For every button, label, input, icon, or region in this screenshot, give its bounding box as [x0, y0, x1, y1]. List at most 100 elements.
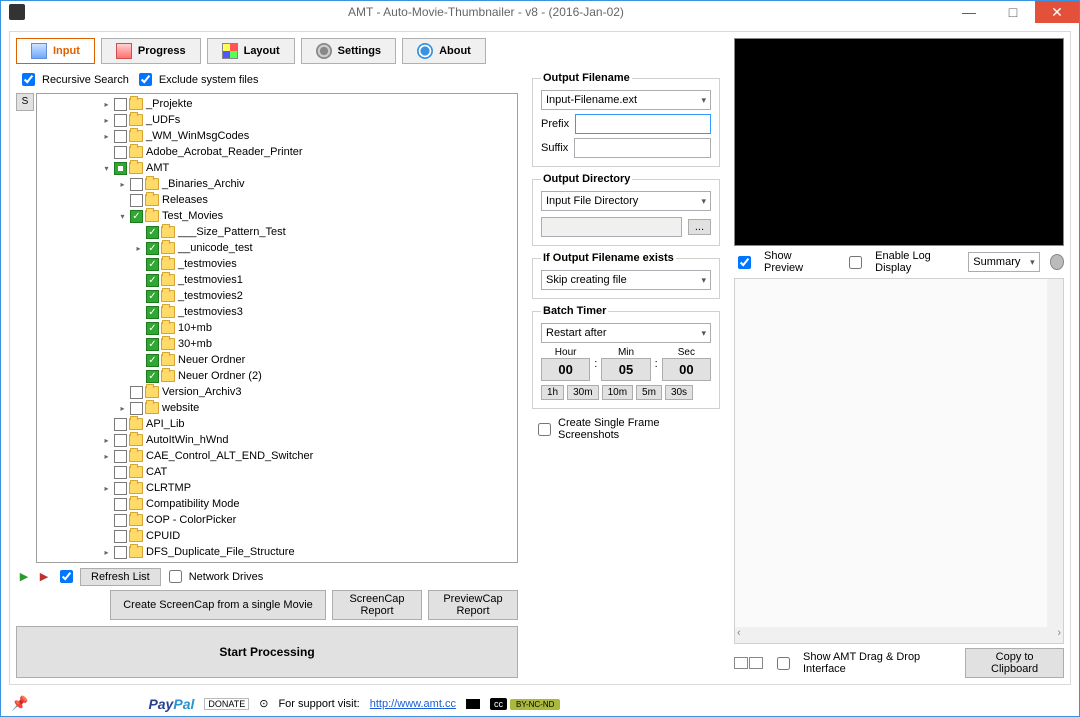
- tree-checkbox[interactable]: [130, 402, 143, 415]
- tree-node[interactable]: ▸_Projekte: [37, 96, 517, 112]
- maximize-button[interactable]: □: [991, 1, 1035, 23]
- prefix-input[interactable]: [575, 114, 711, 134]
- donate-badge[interactable]: DONATE: [204, 698, 249, 710]
- expand-icon[interactable]: ▾: [101, 163, 112, 174]
- pin-icon[interactable]: 📌: [11, 695, 28, 712]
- recursive-search-checkbox[interactable]: [22, 73, 35, 86]
- expand-icon[interactable]: ▸: [133, 243, 144, 254]
- close-button[interactable]: ✕: [1035, 1, 1079, 23]
- scrollbar-vertical[interactable]: [1047, 279, 1063, 627]
- drag-drop-checkbox[interactable]: [777, 657, 790, 670]
- log-level-combo[interactable]: Summary▾: [968, 252, 1039, 272]
- single-frame-checkbox[interactable]: [538, 423, 551, 436]
- tree-node[interactable]: _testmovies1: [37, 272, 517, 288]
- create-screencap-single-button[interactable]: Create ScreenCap from a single Movie: [110, 590, 326, 620]
- tree-node[interactable]: COP - ColorPicker: [37, 512, 517, 528]
- tree-node[interactable]: 10+mb: [37, 320, 517, 336]
- tree-node[interactable]: ▸_Binaries_Archiv: [37, 176, 517, 192]
- tree-checkbox-toggle[interactable]: [60, 570, 73, 583]
- batch-min[interactable]: 05: [601, 358, 650, 381]
- tree-node[interactable]: Adobe_Acrobat_Reader_Printer: [37, 144, 517, 160]
- tree-node[interactable]: API_Lib: [37, 416, 517, 432]
- expand-icon[interactable]: ▸: [101, 131, 112, 142]
- tree-node[interactable]: Neuer Ordner: [37, 352, 517, 368]
- tree-node[interactable]: ▾Test_Movies: [37, 208, 517, 224]
- quick-30m[interactable]: 30m: [567, 385, 598, 400]
- suffix-input[interactable]: [574, 138, 711, 158]
- previewcap-report-button[interactable]: PreviewCap Report: [428, 590, 518, 620]
- tree-node[interactable]: _testmovies2: [37, 288, 517, 304]
- quick-10m[interactable]: 10m: [602, 385, 633, 400]
- expand-icon[interactable]: ▸: [117, 403, 128, 414]
- tree-checkbox[interactable]: [146, 370, 159, 383]
- tree-node[interactable]: _testmovies3: [37, 304, 517, 320]
- tree-checkbox[interactable]: [146, 258, 159, 271]
- tree-node[interactable]: ▸_UDFs: [37, 112, 517, 128]
- tree-checkbox[interactable]: [146, 242, 159, 255]
- expand-icon[interactable]: ▸: [101, 435, 112, 446]
- tree-node[interactable]: ▸CLRTMP: [37, 480, 517, 496]
- tree-node[interactable]: 30+mb: [37, 336, 517, 352]
- quick-1h[interactable]: 1h: [541, 385, 564, 400]
- quick-5m[interactable]: 5m: [636, 385, 662, 400]
- tree-node[interactable]: _testmovies: [37, 256, 517, 272]
- console-icon[interactable]: [466, 699, 480, 709]
- tree-node[interactable]: ▸CAE_Control_ALT_END_Switcher: [37, 448, 517, 464]
- quick-30s[interactable]: 30s: [665, 385, 693, 400]
- tree-checkbox[interactable]: [114, 130, 127, 143]
- tree-node[interactable]: ▸_WM_WinMsgCodes: [37, 128, 517, 144]
- tree-node[interactable]: ▾AMT: [37, 160, 517, 176]
- screencap-report-button[interactable]: ScreenCap Report: [332, 590, 422, 620]
- tree-node[interactable]: ▸AutoItWin_hWnd: [37, 432, 517, 448]
- tree-node[interactable]: ▸__unicode_test: [37, 240, 517, 256]
- collapse-all-icon[interactable]: ▶: [36, 569, 52, 585]
- tree-node[interactable]: ▸DFS_Duplicate_File_Structure: [37, 544, 517, 560]
- expand-icon[interactable]: ▸: [101, 547, 112, 558]
- tree-checkbox[interactable]: [114, 498, 127, 511]
- tree-checkbox[interactable]: [114, 114, 127, 127]
- tree-checkbox[interactable]: [146, 274, 159, 287]
- expand-icon[interactable]: ▸: [101, 115, 112, 126]
- tree-checkbox[interactable]: [114, 98, 127, 111]
- tree-checkbox[interactable]: [114, 466, 127, 479]
- support-link[interactable]: http://www.amt.cc: [370, 698, 456, 710]
- tab-layout[interactable]: Layout: [207, 38, 295, 64]
- tree-node[interactable]: ▸website: [37, 400, 517, 416]
- expand-icon[interactable]: ▸: [117, 179, 128, 190]
- scrollbar-horizontal[interactable]: ‹›: [735, 627, 1063, 643]
- tree-checkbox[interactable]: [114, 434, 127, 447]
- expand-icon[interactable]: ▸: [101, 483, 112, 494]
- tree-node[interactable]: Releases: [37, 192, 517, 208]
- tree-node[interactable]: Neuer Ordner (2): [37, 368, 517, 384]
- output-directory-combo[interactable]: Input File Directory▾: [541, 191, 711, 211]
- tree-checkbox[interactable]: [130, 210, 143, 223]
- tree-checkbox[interactable]: [114, 146, 127, 159]
- tree-checkbox[interactable]: [114, 450, 127, 463]
- tree-node[interactable]: CAT: [37, 464, 517, 480]
- batch-sec[interactable]: 00: [662, 358, 711, 381]
- s-button[interactable]: S: [16, 93, 34, 111]
- tab-about[interactable]: About: [402, 38, 486, 64]
- expand-icon[interactable]: ▸: [101, 451, 112, 462]
- network-drives-checkbox[interactable]: [169, 570, 182, 583]
- expand-icon[interactable]: ▾: [117, 211, 128, 222]
- tab-progress[interactable]: Progress: [101, 38, 201, 64]
- tree-checkbox[interactable]: [146, 306, 159, 319]
- start-processing-button[interactable]: Start Processing: [16, 626, 518, 678]
- tree-checkbox[interactable]: [114, 530, 127, 543]
- batch-hour[interactable]: 00: [541, 358, 590, 381]
- log-area[interactable]: ‹›: [734, 278, 1064, 644]
- tree-checkbox[interactable]: [146, 354, 159, 367]
- browse-button[interactable]: ...: [688, 219, 711, 235]
- tab-settings[interactable]: Settings: [301, 38, 396, 64]
- tree-checkbox[interactable]: [114, 162, 127, 175]
- copy-clipboard-button[interactable]: Copy to Clipboard: [965, 648, 1064, 678]
- tree-node[interactable]: Version_Archiv3: [37, 384, 517, 400]
- tree-node[interactable]: CPUID: [37, 528, 517, 544]
- tree-checkbox[interactable]: [146, 226, 159, 239]
- tree-checkbox[interactable]: [130, 194, 143, 207]
- if-exists-combo[interactable]: Skip creating file▾: [541, 270, 711, 290]
- expand-icon[interactable]: ▸: [101, 99, 112, 110]
- tree-checkbox[interactable]: [114, 418, 127, 431]
- exclude-system-checkbox[interactable]: [139, 73, 152, 86]
